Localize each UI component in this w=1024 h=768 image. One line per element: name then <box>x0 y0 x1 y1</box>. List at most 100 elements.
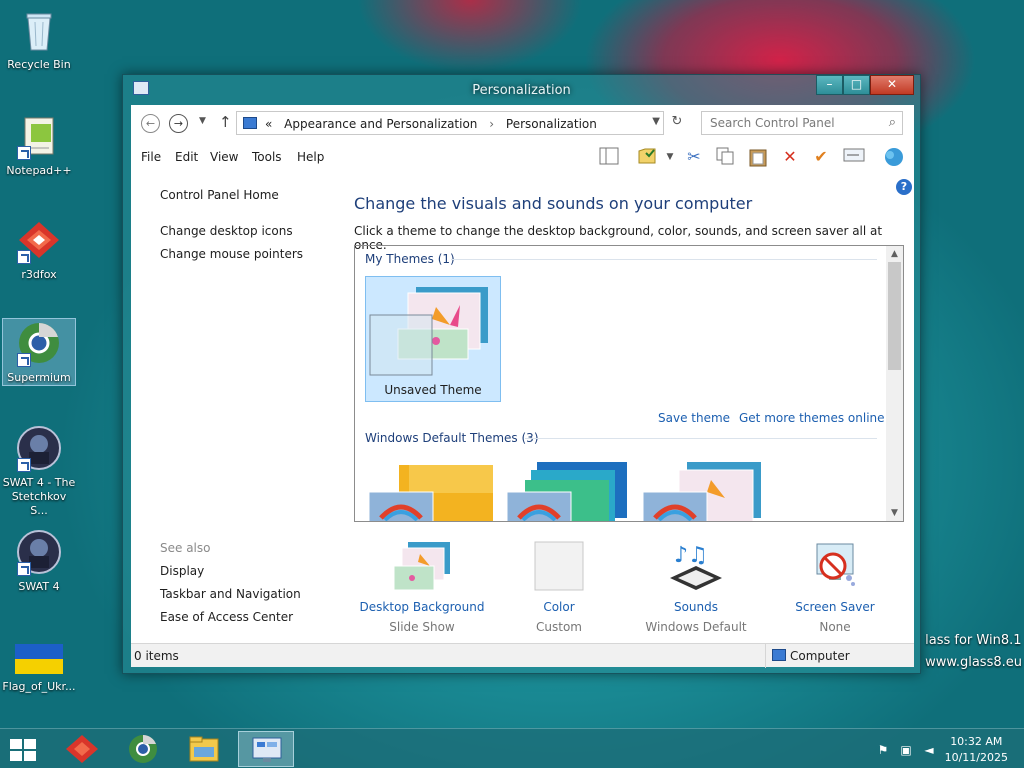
watermark-line: lass for Win8.1 <box>925 633 1022 648</box>
default-themes-heading: Windows Default Themes (3) <box>365 431 539 445</box>
address-dropdown-icon[interactable]: ▼ <box>652 116 660 127</box>
ukraine-flag-icon <box>15 642 63 676</box>
screen-saver-icon <box>805 540 865 594</box>
control-panel-home-link[interactable]: Control Panel Home <box>160 188 279 202</box>
color-option[interactable]: Color Custom <box>484 540 634 634</box>
taskbar-navigation-link[interactable]: Taskbar and Navigation <box>160 587 301 601</box>
start-button[interactable] <box>10 739 36 761</box>
search-icon[interactable]: ⌕ <box>889 115 896 130</box>
breadcrumb-separator[interactable]: › <box>489 117 494 131</box>
display-link[interactable]: Display <box>160 564 204 578</box>
theme-flowers[interactable] <box>641 460 777 521</box>
desktop-icon-swat4-stetchkov[interactable]: SWAT 4 - The Stetchkov S... <box>2 424 76 518</box>
desktop-icon-label: Notepad++ <box>6 164 72 177</box>
windows-live-icon[interactable] <box>883 147 905 167</box>
menu-edit[interactable]: Edit <box>175 150 198 164</box>
option-value: Slide Show <box>389 620 455 634</box>
themes-list[interactable]: My Themes (1) Unsaved Theme Save theme G… <box>354 245 904 522</box>
scroll-thumb[interactable] <box>888 262 901 370</box>
theme-preview-icon <box>369 287 488 376</box>
computer-icon <box>772 649 786 661</box>
title-bar[interactable]: Personalization – □ ✕ <box>123 75 920 105</box>
sounds-icon: ♪♫ <box>666 540 726 594</box>
windows-logo-icon <box>10 751 22 761</box>
scroll-up-icon[interactable]: ▲ <box>886 249 903 259</box>
get-more-themes-link[interactable]: Get more themes online <box>739 411 885 425</box>
theme-lines-and-colors[interactable] <box>505 460 641 521</box>
taskbar-r3dfox[interactable] <box>54 731 110 767</box>
supermium-icon <box>129 735 157 763</box>
delete-icon[interactable]: ✕ <box>779 147 801 167</box>
volume-muted-icon[interactable]: ◄ <box>922 743 936 757</box>
r3dfox-icon <box>15 216 63 264</box>
option-label: Screen Saver <box>795 600 875 614</box>
up-button[interactable]: ↑ <box>219 113 232 131</box>
desktop-icon-label: SWAT 4 - The Stetchkov S... <box>2 476 76 517</box>
section-divider <box>525 438 877 439</box>
system-clock[interactable]: 10:32 AM 10/11/2025 <box>945 734 1008 766</box>
desktop-background-option[interactable]: Desktop Background Slide Show <box>347 540 497 634</box>
r3dfox-icon <box>66 735 98 763</box>
scroll-down-icon[interactable]: ▼ <box>886 508 903 518</box>
breadcrumb-personalization[interactable]: Personalization <box>506 117 597 131</box>
taskbar-file-explorer[interactable] <box>176 731 232 767</box>
minimize-button[interactable]: – <box>816 75 843 95</box>
change-mouse-pointers-link[interactable]: Change mouse pointers <box>160 247 303 261</box>
ease-of-access-link[interactable]: Ease of Access Center <box>160 610 293 624</box>
taskbar-supermium[interactable] <box>115 731 171 767</box>
windows-logo-icon <box>10 739 22 749</box>
search-placeholder: Search Control Panel <box>710 116 835 130</box>
forward-button[interactable]: → <box>169 114 188 133</box>
desktop-icon-label: Supermium <box>7 371 71 384</box>
search-input[interactable]: Search Control Panel ⌕ <box>701 111 903 135</box>
menu-help[interactable]: Help <box>297 150 324 164</box>
screen-saver-option[interactable]: Screen Saver None <box>760 540 910 634</box>
option-label: Sounds <box>673 600 719 614</box>
menu-tools[interactable]: Tools <box>252 150 282 164</box>
theme-windows[interactable] <box>367 460 503 521</box>
menu-view[interactable]: View <box>210 150 238 164</box>
close-button[interactable]: ✕ <box>870 75 914 95</box>
back-button[interactable]: ← <box>141 114 160 133</box>
status-bar: 0 items Computer <box>131 643 914 668</box>
cut-icon[interactable]: ✂ <box>683 147 705 167</box>
paste-icon[interactable] <box>747 147 769 167</box>
network-icon[interactable]: ▣ <box>899 743 913 757</box>
desktop-icon-swat4[interactable]: SWAT 4 <box>2 528 76 594</box>
desktop-icon-label: Recycle Bin <box>7 58 71 71</box>
swat4-game-icon <box>15 424 63 472</box>
change-desktop-icons-link[interactable]: Change desktop icons <box>160 224 293 238</box>
taskbar: ⚑ ▣ ◄ 10:32 AM 10/11/2025 <box>0 728 1024 768</box>
desktop-icon-recycle-bin[interactable]: Recycle Bin <box>2 6 76 72</box>
checkmark-icon[interactable]: ✔ <box>810 147 832 167</box>
action-center-icon[interactable]: ⚑ <box>876 743 890 757</box>
breadcrumb-appearance[interactable]: Appearance and Personalization <box>284 117 477 131</box>
taskbar-control-panel[interactable] <box>238 731 294 767</box>
properties-icon[interactable] <box>636 147 658 167</box>
desktop-icon-r3dfox[interactable]: r3dfox <box>2 216 76 282</box>
desktop-icon-supermium[interactable]: Supermium <box>2 318 76 386</box>
save-theme-link[interactable]: Save theme <box>658 411 730 425</box>
refresh-icon[interactable]: ↻ <box>667 114 687 132</box>
glass8-watermark: lass for Win8.1 www.glass8.eu <box>925 630 1022 674</box>
layout-pane-icon[interactable] <box>598 147 620 167</box>
desktop-icon-notepad-plus-plus[interactable]: Notepad++ <box>2 112 76 178</box>
copy-icon[interactable] <box>714 147 736 167</box>
folder-icon <box>189 736 219 762</box>
rename-icon[interactable] <box>843 147 865 167</box>
menu-file[interactable]: File <box>141 150 161 164</box>
watermark-line: www.glass8.eu <box>925 655 1022 670</box>
themes-scrollbar[interactable]: ▲ ▼ <box>886 246 903 521</box>
help-icon[interactable]: ? <box>896 179 912 195</box>
recent-locations-dropdown[interactable]: ▼ <box>199 116 206 126</box>
properties-dropdown-icon[interactable]: ▼ <box>659 147 681 167</box>
theme-preview-icon <box>368 465 493 521</box>
maximize-button[interactable]: □ <box>843 75 870 95</box>
desktop-icon-flag-of-ukraine[interactable]: Flag_of_Ukr... <box>2 642 76 694</box>
sounds-option[interactable]: ♪♫ Sounds Windows Default <box>621 540 771 634</box>
option-value: None <box>819 620 851 634</box>
theme-unsaved[interactable]: Unsaved Theme <box>365 276 501 402</box>
breadcrumb-overflow[interactable]: « <box>265 117 272 131</box>
breadcrumb: « Appearance and Personalization › Perso… <box>265 117 597 131</box>
address-bar[interactable]: « Appearance and Personalization › Perso… <box>236 111 664 135</box>
